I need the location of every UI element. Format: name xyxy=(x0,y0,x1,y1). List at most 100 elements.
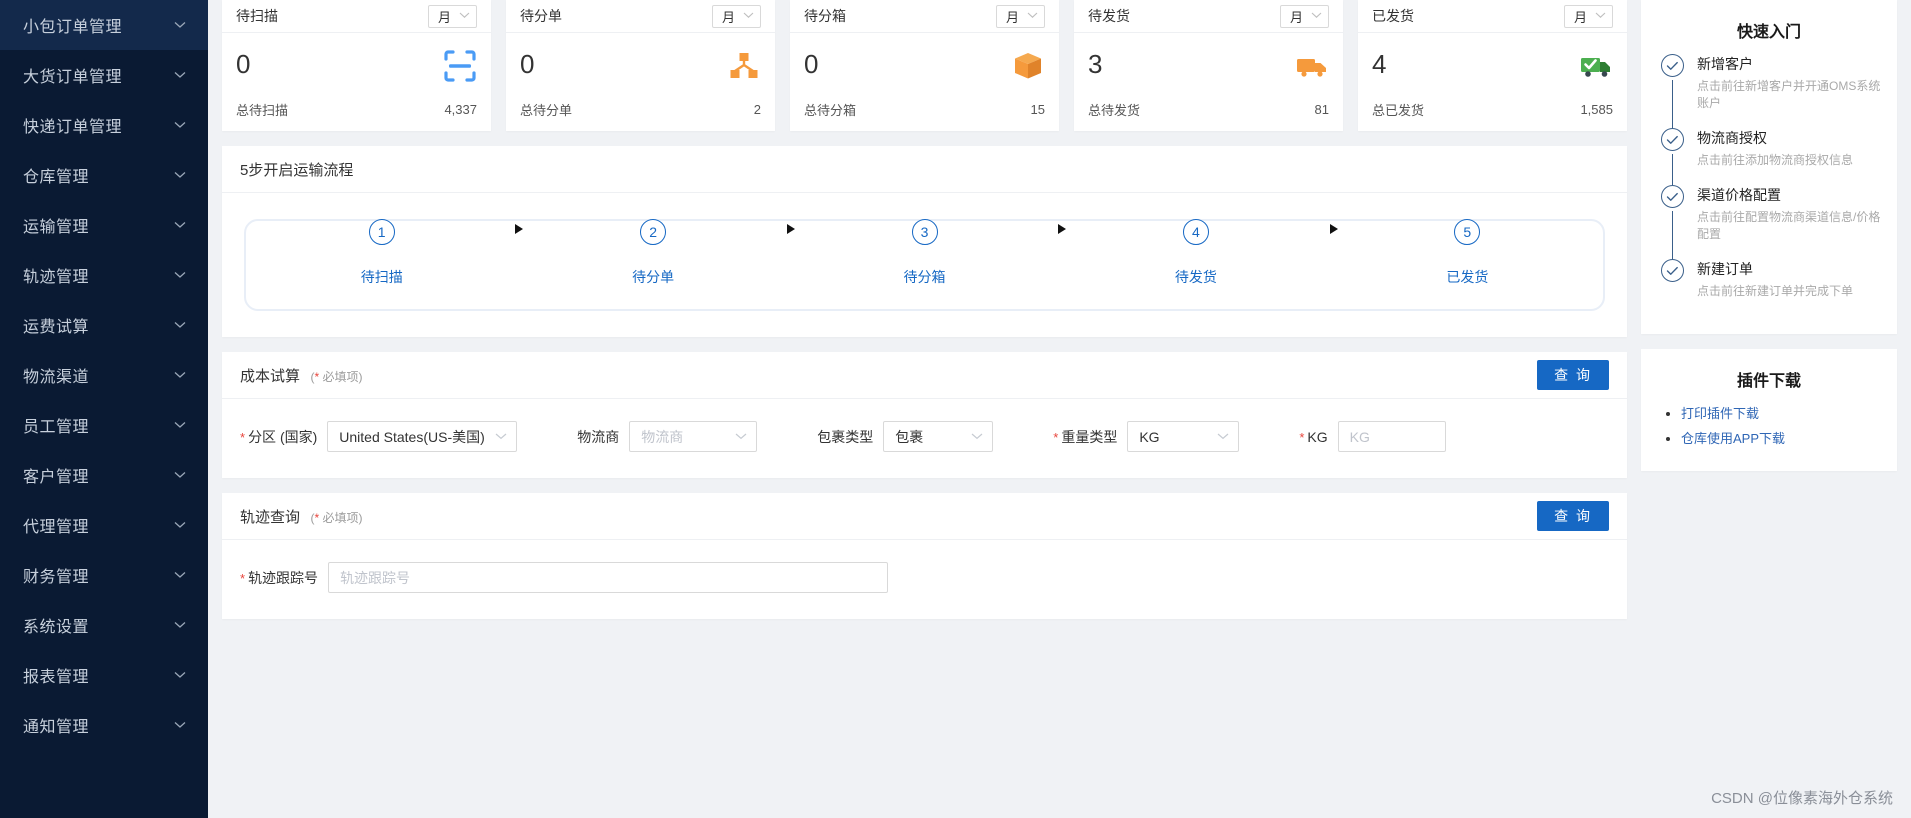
flow-step-label[interactable]: 待发货 xyxy=(1175,267,1217,287)
arrow-right-icon xyxy=(1058,223,1067,234)
stat-card-header: 已发货 月 xyxy=(1358,0,1627,33)
chevron-down-icon xyxy=(174,121,186,129)
period-value: 月 xyxy=(1289,9,1303,25)
quick-start-item-title[interactable]: 新建订单 xyxy=(1697,259,1881,279)
carrier-label: 物流商 xyxy=(577,428,620,445)
chevron-down-icon xyxy=(174,621,186,629)
box-icon xyxy=(1011,49,1045,83)
quick-start-item-title[interactable]: 新增客户 xyxy=(1697,54,1881,74)
required-asterisk: * xyxy=(240,570,246,586)
chevron-down-icon xyxy=(174,721,186,729)
flow-step-number[interactable]: 5 xyxy=(1454,218,1481,245)
flow-step-label[interactable]: 待分箱 xyxy=(904,267,946,287)
chevron-down-icon xyxy=(174,271,186,279)
stat-card-footer: 总已发货 1,585 xyxy=(1358,100,1627,131)
warehouse-app-download-link[interactable]: 仓库使用APP下载 xyxy=(1681,431,1785,446)
quick-start-item-new-order[interactable]: 新建订单 点击前往新建订单并完成下单 xyxy=(1659,259,1881,316)
tracking-number-label-text: 轨迹跟踪号 xyxy=(248,569,319,586)
kg-input[interactable] xyxy=(1337,421,1446,452)
quick-start-marker-wrap xyxy=(1659,185,1685,259)
sidebar-item-customers[interactable]: 客户管理 xyxy=(0,450,208,500)
split-branch-icon xyxy=(727,49,761,83)
chevron-down-icon xyxy=(174,21,186,29)
carrier-select[interactable]: 物流商 xyxy=(629,421,758,452)
tracking-number-input[interactable] xyxy=(328,562,889,593)
quick-start-item-title[interactable]: 渠道价格配置 xyxy=(1697,185,1881,205)
sidebar-item-finance[interactable]: 财务管理 xyxy=(0,550,208,600)
sidebar-item-label: 客户管理 xyxy=(23,469,90,486)
plugin-download-list: 打印插件下载 仓库使用APP下载 xyxy=(1641,403,1897,447)
sidebar-item-reports[interactable]: 报表管理 xyxy=(0,650,208,700)
flow-step-number[interactable]: 4 xyxy=(1182,218,1209,245)
sidebar-item-label: 大货订单管理 xyxy=(23,69,123,86)
track-query-button[interactable]: 查 询 xyxy=(1537,501,1609,531)
sidebar-item-freight-calc[interactable]: 运费试算 xyxy=(0,300,208,350)
sidebar-item-warehouse[interactable]: 仓库管理 xyxy=(0,150,208,200)
flow-step-2[interactable]: 2 待分单 xyxy=(517,218,795,287)
quick-start-item-new-customer[interactable]: 新增客户 点击前往新增客户并开通OMS系统账户 xyxy=(1659,54,1881,128)
stat-total-label: 总待分单 xyxy=(520,103,573,118)
flow-step-3[interactable]: 3 待分箱 xyxy=(789,218,1067,287)
stat-card-footer: 总待分单 2 xyxy=(506,100,775,131)
watermark: CSDN @位像素海外仓系统 xyxy=(1711,790,1893,807)
cost-panel-title-group: 成本试算 (* 必填项) xyxy=(240,365,362,386)
flow-step-label[interactable]: 待分单 xyxy=(632,267,674,287)
package-type-select[interactable]: 包裹 xyxy=(883,421,994,452)
flow-body: 1 待扫描 2 待分单 3 待分箱 4 待发货 5 已发货 xyxy=(222,193,1627,337)
list-item: 仓库使用APP下载 xyxy=(1681,428,1897,447)
sidebar-item-transport[interactable]: 运输管理 xyxy=(0,200,208,250)
print-plugin-download-link[interactable]: 打印插件下载 xyxy=(1681,406,1759,421)
country-select[interactable]: United States(US-美国) xyxy=(327,421,518,452)
sidebar-item-tracking[interactable]: 轨迹管理 xyxy=(0,250,208,300)
check-circle-icon[interactable] xyxy=(1660,185,1684,208)
sidebar-item-label: 运输管理 xyxy=(23,219,90,236)
flow-step-4[interactable]: 4 待发货 xyxy=(1060,218,1338,287)
quick-start-marker-wrap xyxy=(1659,54,1685,128)
sidebar-item-xiaobao[interactable]: 小包订单管理 xyxy=(0,0,208,50)
package-type-value: 包裹 xyxy=(895,428,924,445)
sidebar-item-label: 通知管理 xyxy=(23,719,90,736)
sidebar-item-agents[interactable]: 代理管理 xyxy=(0,500,208,550)
stat-card-title: 待分箱 xyxy=(804,8,846,24)
quick-start-item-title[interactable]: 物流商授权 xyxy=(1697,128,1881,148)
req-text: 必填项) xyxy=(319,369,363,384)
chevron-down-icon xyxy=(174,321,186,329)
sidebar-item-label: 仓库管理 xyxy=(23,169,90,186)
sidebar-item-channels[interactable]: 物流渠道 xyxy=(0,350,208,400)
chevron-down-icon xyxy=(174,571,186,579)
sidebar-item-notifications[interactable]: 通知管理 xyxy=(0,700,208,750)
flow-step-number[interactable]: 2 xyxy=(640,218,667,245)
check-circle-icon[interactable] xyxy=(1660,54,1684,77)
sidebar-item-dahuo[interactable]: 大货订单管理 xyxy=(0,50,208,100)
period-select[interactable]: 月 xyxy=(995,4,1045,28)
flow-step-label[interactable]: 已发货 xyxy=(1446,267,1488,287)
flow-step-5[interactable]: 5 已发货 xyxy=(1332,218,1603,287)
period-select[interactable]: 月 xyxy=(711,4,761,28)
truck-check-icon xyxy=(1579,49,1613,83)
quick-start-item-carrier-auth[interactable]: 物流商授权 点击前往添加物流商授权信息 xyxy=(1659,128,1881,185)
flow-step-number[interactable]: 3 xyxy=(911,218,938,245)
quick-start-list: 新增客户 点击前往新增客户并开通OMS系统账户 物流商授权 点击前往添加物流商授… xyxy=(1641,54,1897,316)
check-circle-icon[interactable] xyxy=(1660,259,1684,282)
period-select[interactable]: 月 xyxy=(1279,4,1329,28)
connector-line xyxy=(1671,154,1673,185)
flow-step-1[interactable]: 1 待扫描 xyxy=(246,218,524,287)
quick-start-item-channel-price[interactable]: 渠道价格配置 点击前往配置物流商渠道信息/价格配置 xyxy=(1659,185,1881,259)
weight-type-select[interactable]: KG xyxy=(1127,421,1240,452)
right-column: 快速入门 新增客户 点击前往新增客户并开通OMS系统账户 物流商授权 点击前往添… xyxy=(1641,0,1911,818)
stat-card-body: 0 xyxy=(222,33,491,100)
sidebar-item-staff[interactable]: 员工管理 xyxy=(0,400,208,450)
quick-start-item-body: 渠道价格配置 点击前往配置物流商渠道信息/价格配置 xyxy=(1697,185,1881,259)
check-circle-icon[interactable] xyxy=(1660,128,1684,151)
kg-field: * KG xyxy=(1299,421,1446,452)
flow-step-number[interactable]: 1 xyxy=(368,218,395,245)
period-select[interactable]: 月 xyxy=(427,4,477,28)
stat-card-title: 已发货 xyxy=(1372,8,1414,24)
sidebar-item-system-settings[interactable]: 系统设置 xyxy=(0,600,208,650)
connector-line xyxy=(1671,211,1673,259)
flow-step-label[interactable]: 待扫描 xyxy=(361,267,403,287)
sidebar-item-kuaidi[interactable]: 快递订单管理 xyxy=(0,100,208,150)
stat-total-value: 2 xyxy=(753,102,761,117)
cost-query-button[interactable]: 查 询 xyxy=(1537,360,1609,390)
period-select[interactable]: 月 xyxy=(1563,4,1613,28)
